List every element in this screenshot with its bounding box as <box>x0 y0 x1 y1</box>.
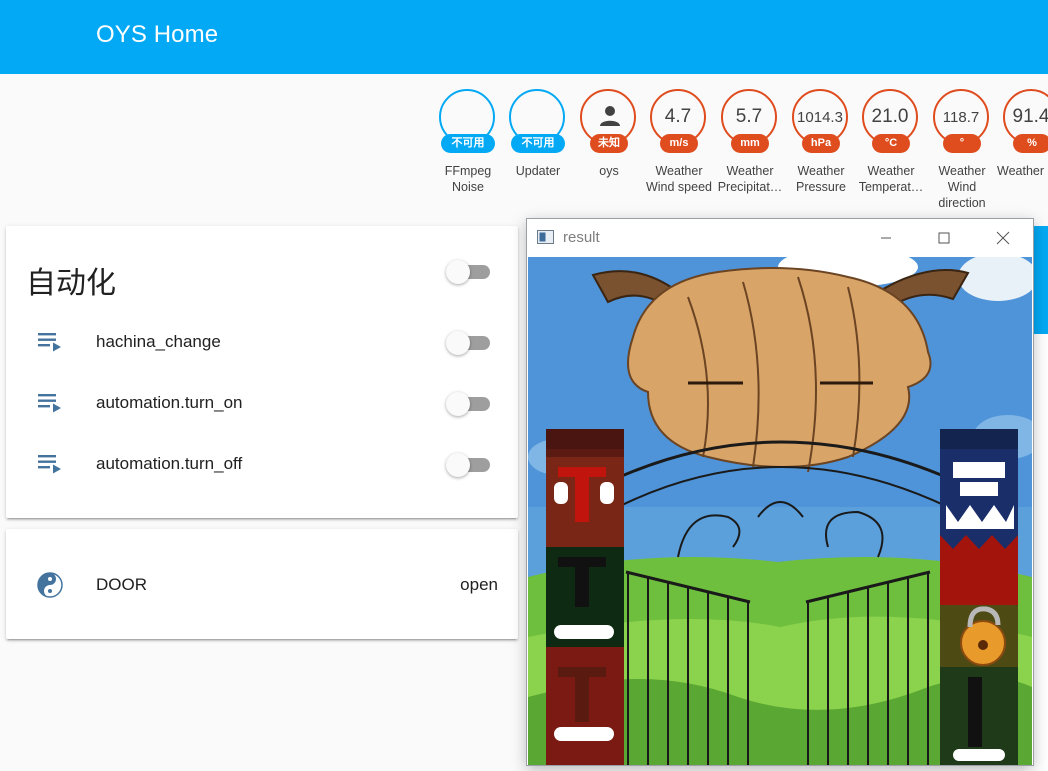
badge-label: Weather Wind speed <box>645 164 712 194</box>
toggle-knob <box>446 392 470 416</box>
result-window[interactable]: result <box>526 218 1034 766</box>
side-card-accent <box>1032 226 1048 334</box>
automation-toggle[interactable] <box>446 330 492 355</box>
badge-value: 5.7 <box>735 106 763 127</box>
badge-ffmpeg-noise[interactable]: 不可用 FFmpeg Noise <box>433 89 503 214</box>
person-icon <box>600 106 620 126</box>
badge-unit: hPa <box>802 134 840 153</box>
badge-unit: 未知 <box>590 134 628 153</box>
badge-weather-wind-direction[interactable]: 118.7 ° Weather Wind direction <box>927 89 997 214</box>
yin-yang-icon <box>37 572 63 598</box>
automation-toggle[interactable] <box>446 391 492 416</box>
badge-unit: % <box>1013 134 1048 153</box>
automation-item-label: automation.turn_on <box>96 393 243 412</box>
playlist-play-icon <box>38 455 61 474</box>
badge-unit: °C <box>872 134 910 153</box>
card-title: 自动化 <box>26 267 116 300</box>
close-icon[interactable] <box>980 225 1026 251</box>
badge-weather-humidity[interactable]: 91.4 % Weather Humidity <box>997 89 1048 214</box>
app-header: OYS Home <box>0 0 1048 74</box>
automation-item-label: automation.turn_off <box>96 454 243 473</box>
badge-label: oys <box>599 164 619 178</box>
cartoon-gate-illustration <box>528 257 1032 765</box>
badge-unit: m/s <box>660 134 698 153</box>
door-state: open <box>460 575 498 594</box>
door-card[interactable]: DOOR open <box>6 529 518 639</box>
badge-label: Weather Humidity <box>997 164 1048 178</box>
badge-value: 4.7 <box>664 106 692 127</box>
badge-value: 91.4 <box>1012 106 1048 127</box>
toggle-knob <box>446 260 470 284</box>
toggle-knob <box>446 453 470 477</box>
playlist-play-icon <box>38 333 61 352</box>
badge-unit: mm <box>731 134 769 153</box>
badge-value: 1014.3 <box>797 109 843 126</box>
badge-unit: ° <box>943 134 981 153</box>
automation-toggle[interactable] <box>446 452 492 477</box>
badge-updater[interactable]: 不可用 Updater <box>503 89 573 214</box>
window-image-canvas <box>528 257 1032 765</box>
badge-weather-wind-speed[interactable]: 4.7 m/s Weather Wind speed <box>644 89 714 214</box>
badge-label: Weather Precipitat… <box>717 164 783 194</box>
group-toggle[interactable] <box>446 259 492 284</box>
playlist-play-icon <box>38 394 61 413</box>
badge-weather-precipitation[interactable]: 5.7 mm Weather Precipitat… <box>715 89 785 214</box>
minimize-icon[interactable] <box>863 225 909 251</box>
badge-weather-temperature[interactable]: 21.0 °C Weather Temperat… <box>856 89 926 214</box>
badge-unit: 不可用 <box>511 134 565 153</box>
toggle-knob <box>446 331 470 355</box>
badge-label: FFmpeg Noise <box>444 164 492 194</box>
door-label: DOOR <box>96 575 147 594</box>
maximize-icon[interactable] <box>921 225 967 251</box>
app-title: OYS Home <box>96 21 219 48</box>
badge-oys[interactable]: 未知 oys <box>574 89 644 214</box>
badge-unit: 不可用 <box>441 134 495 153</box>
window-titlebar[interactable]: result <box>527 219 1033 257</box>
badge-label: Weather Pressure <box>795 164 847 194</box>
badge-label: Weather Temperat… <box>858 164 924 194</box>
automation-item-label: hachina_change <box>96 332 221 351</box>
automation-card: 自动化 hachina_change automation.turn_on au… <box>6 226 518 518</box>
badge-weather-pressure[interactable]: 1014.3 hPa Weather Pressure <box>786 89 856 214</box>
badge-value: 118.7 <box>942 109 980 126</box>
badge-value: 21.0 <box>871 106 909 127</box>
badge-label: Weather Wind direction <box>938 164 986 210</box>
window-title: result <box>563 229 600 246</box>
window-app-icon <box>537 230 554 244</box>
badge-label: Updater <box>515 164 561 178</box>
